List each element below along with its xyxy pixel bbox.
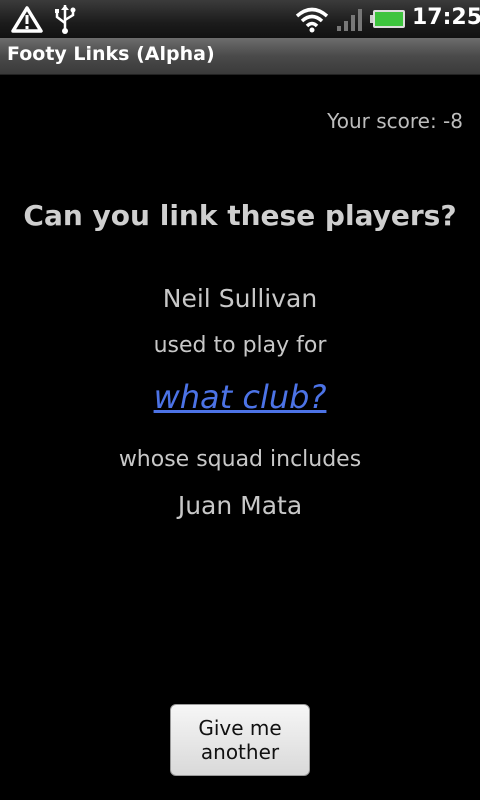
question-heading: Can you link these players?	[23, 199, 457, 232]
score-label: Your score: -8	[327, 109, 463, 133]
give-me-another-button[interactable]: Give me another	[170, 704, 310, 776]
connector-text-one: used to play for	[153, 333, 327, 358]
app-title: Footy Links (Alpha)	[7, 43, 215, 65]
club-prompt-text[interactable]: what club?	[152, 378, 329, 416]
connector-text-two: whose squad includes	[118, 447, 362, 472]
signal-icon	[337, 9, 362, 31]
warning-icon	[11, 6, 43, 33]
usb-icon	[55, 5, 76, 34]
player-one-name: Neil Sullivan	[162, 284, 318, 313]
battery-icon	[370, 10, 405, 28]
status-time: 17:25	[412, 5, 480, 30]
wifi-icon	[295, 7, 329, 33]
club-answer-link[interactable]: what club?	[0, 378, 480, 416]
player-two-name: Juan Mata	[177, 491, 303, 520]
status-bar: 17:25	[0, 0, 480, 38]
app-title-bar: Footy Links (Alpha)	[0, 38, 480, 75]
